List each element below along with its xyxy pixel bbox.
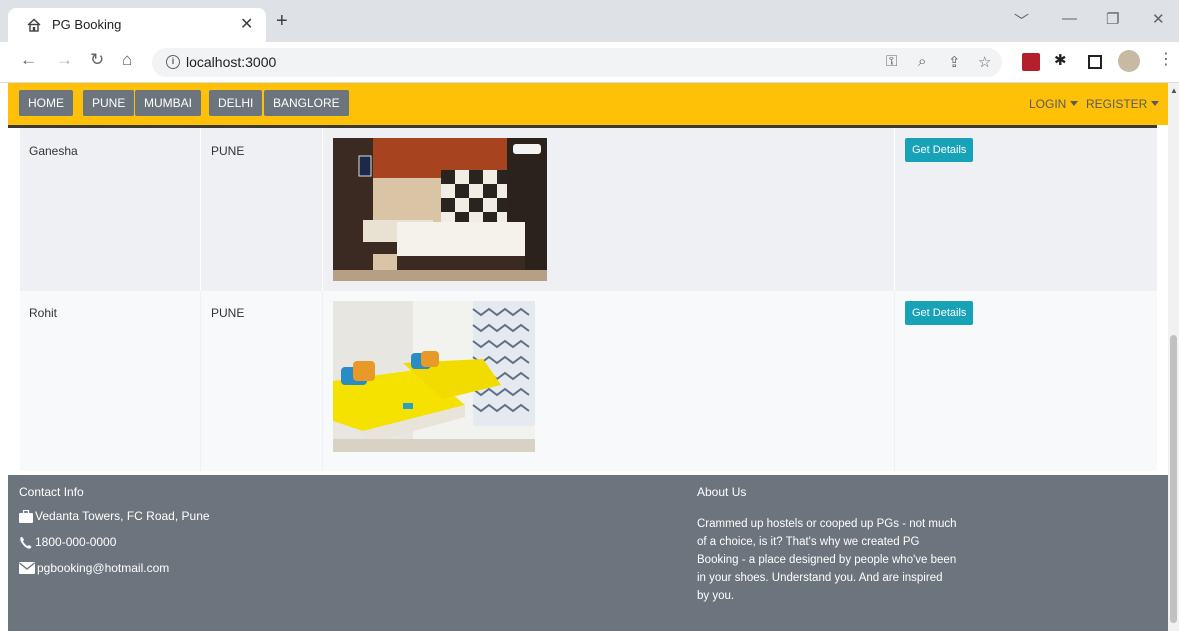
share-icon[interactable]: ⇪: [948, 53, 961, 71]
home-button-icon[interactable]: ⌂: [122, 50, 132, 70]
bookmark-star-icon[interactable]: ☆: [978, 53, 991, 71]
nav-banglore[interactable]: BANGLORE: [264, 90, 349, 116]
phone-icon: [20, 536, 32, 549]
register-dropdown[interactable]: REGISTER: [1086, 97, 1160, 111]
zoom-icon[interactable]: ⌕: [918, 53, 926, 70]
get-details-button[interactable]: Get Details: [905, 138, 974, 162]
pg-room-photo: [333, 301, 535, 452]
scrollbar-thumb[interactable]: [1170, 335, 1177, 623]
page-scrollbar[interactable]: ▲: [1168, 83, 1179, 631]
back-icon[interactable]: ←: [20, 50, 37, 70]
page-viewport: HOME PUNE MUMBAI DELHI BANGLORE LOGIN RE…: [8, 83, 1168, 631]
restore-icon[interactable]: ❐: [1106, 10, 1119, 28]
site-navbar: HOME PUNE MUMBAI DELHI BANGLORE LOGIN RE…: [8, 83, 1168, 125]
table-row: Ganesha PUNE Get Details: [20, 128, 1157, 291]
pg-room-photo: [333, 138, 547, 281]
nav-pune[interactable]: PUNE: [83, 90, 135, 116]
extension-icon[interactable]: [1022, 53, 1040, 71]
about-heading: About Us: [697, 485, 747, 499]
column-divider: [322, 291, 323, 471]
key-icon[interactable]: ⚿: [886, 53, 897, 70]
pg-city: PUNE: [211, 306, 245, 320]
side-panel-icon[interactable]: [1088, 55, 1102, 69]
new-tab-icon[interactable]: +: [276, 11, 288, 31]
contact-phone: 1800-000-0000: [19, 535, 116, 549]
browser-toolbar: ← → ↻ ⌂ i localhost:3000 ⚿ ⌕ ⇪ ☆ ✱ ⋮: [0, 42, 1179, 83]
site-footer: Contact Info Vedanta Towers, FC Road, Pu…: [8, 475, 1168, 631]
pg-name: Rohit: [29, 306, 58, 320]
minimize-icon[interactable]: —: [1062, 10, 1077, 27]
browser-tab[interactable]: PG Booking ✕: [8, 8, 266, 42]
column-divider: [894, 128, 895, 291]
get-details-button[interactable]: Get Details: [905, 301, 974, 325]
forward-icon[interactable]: →: [56, 50, 73, 70]
site-info-icon[interactable]: i: [166, 55, 180, 69]
contact-email: pgbooking@hotmail.com: [19, 561, 169, 575]
nav-delhi[interactable]: DELHI: [209, 90, 263, 116]
reload-icon[interactable]: ↻: [90, 50, 104, 70]
puzzle-extensions-icon[interactable]: ✱: [1054, 51, 1067, 69]
pg-name: Ganesha: [29, 144, 78, 158]
column-divider: [322, 128, 323, 291]
tab-title: PG Booking: [52, 17, 122, 32]
briefcase-icon: [19, 509, 33, 523]
caret-down-icon: [1070, 101, 1079, 106]
close-tab-icon[interactable]: ✕: [240, 14, 253, 34]
pg-city: PUNE: [211, 144, 245, 158]
close-window-icon[interactable]: ✕: [1152, 10, 1165, 28]
envelope-icon: [19, 562, 35, 574]
about-text: Crammed up hostels or cooped up PGs - no…: [697, 518, 957, 602]
contact-heading: Contact Info: [19, 485, 84, 499]
login-dropdown[interactable]: LOGIN: [1029, 97, 1079, 111]
scroll-up-arrow-icon[interactable]: ▲: [1170, 86, 1178, 95]
browser-tab-strip: PG Booking ✕ + ﹀ — ❐ ✕: [0, 0, 1179, 42]
table-row: Rohit PUNE Get Details: [20, 291, 1157, 471]
nav-mumbai[interactable]: MUMBAI: [135, 90, 201, 116]
url-text: localhost:3000: [186, 54, 277, 70]
address-bar[interactable]: i localhost:3000 ⚿ ⌕ ⇪ ☆: [152, 48, 1002, 77]
caret-down-icon: [1151, 101, 1160, 106]
column-divider: [200, 291, 201, 471]
contact-address: Vedanta Towers, FC Road, Pune: [19, 509, 210, 523]
profile-avatar[interactable]: [1118, 50, 1140, 72]
menu-kebab-icon[interactable]: ⋮: [1158, 49, 1174, 69]
nav-home[interactable]: HOME: [19, 90, 73, 116]
column-divider: [200, 128, 201, 291]
tab-search-icon[interactable]: ﹀: [1014, 10, 1029, 31]
home-icon: [27, 18, 41, 32]
column-divider: [894, 291, 895, 471]
